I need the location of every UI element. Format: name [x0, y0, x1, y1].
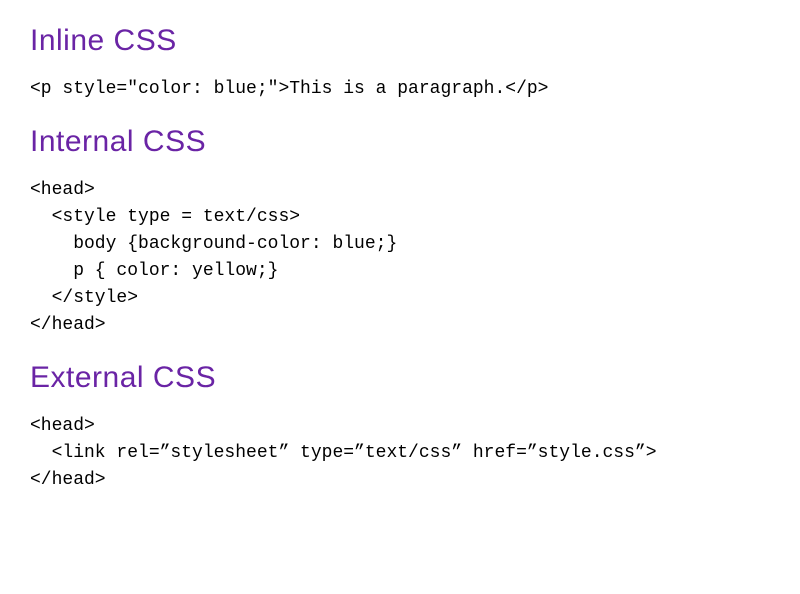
code-block-inline-css: <p style="color: blue;">This is a paragr… [30, 76, 770, 103]
section-heading-inline-css: Inline CSS [30, 24, 770, 58]
section-heading-internal-css: Internal CSS [30, 125, 770, 159]
code-block-internal-css: <head> <style type = text/css> body {bac… [30, 177, 770, 339]
section-heading-external-css: External CSS [30, 361, 770, 395]
code-block-external-css: <head> <link rel=”stylesheet” type=”text… [30, 413, 770, 494]
